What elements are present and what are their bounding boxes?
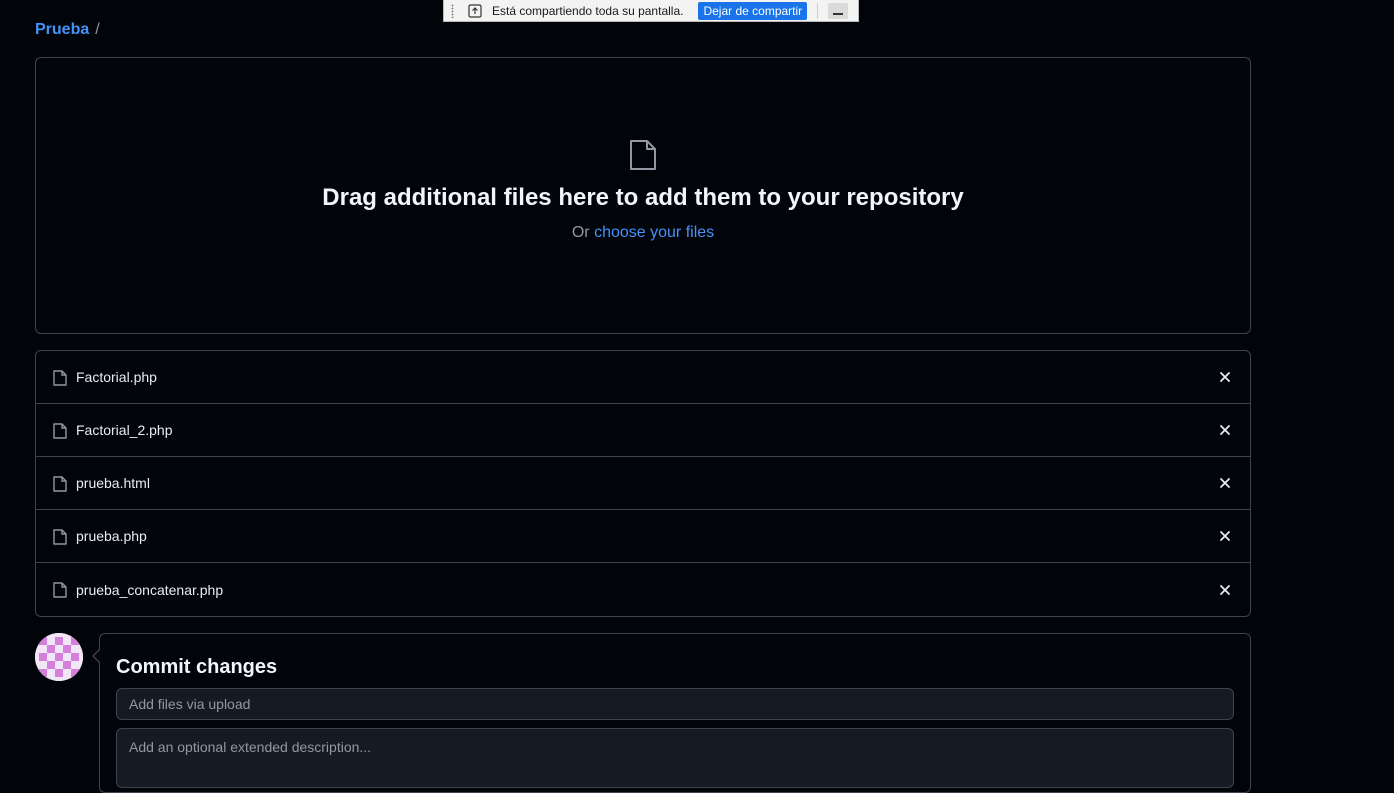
file-icon <box>630 140 656 170</box>
commit-description-input[interactable] <box>116 728 1234 788</box>
avatar[interactable] <box>35 633 83 681</box>
file-icon <box>53 476 67 492</box>
breadcrumb-separator: / <box>95 21 100 38</box>
share-message: Está compartiendo toda su pantalla. <box>492 3 684 18</box>
uploaded-file-list: Factorial.php Factorial_2.php prueba.htm… <box>35 350 1251 617</box>
share-bar-divider <box>817 2 819 19</box>
drop-zone-headline: Drag additional files here to add them t… <box>322 184 964 211</box>
grip-icon[interactable] <box>451 3 454 18</box>
file-row: Factorial_2.php <box>36 404 1250 457</box>
file-icon <box>53 529 67 545</box>
screen-share-bar: Está compartiendo toda su pantalla. Deja… <box>443 0 859 22</box>
breadcrumb-repo-link[interactable]: Prueba <box>35 21 89 38</box>
speech-caret-inner <box>94 649 101 663</box>
remove-file-icon[interactable] <box>1218 476 1232 490</box>
remove-file-icon[interactable] <box>1218 583 1232 597</box>
file-icon <box>53 370 67 386</box>
file-row: prueba.php <box>36 510 1250 563</box>
file-drop-zone[interactable]: Drag additional files here to add them t… <box>35 57 1251 334</box>
file-icon <box>53 423 67 439</box>
file-name: Factorial.php <box>76 369 157 385</box>
commit-changes-panel: Commit changes <box>92 633 1251 793</box>
identicon-icon <box>35 633 83 681</box>
commit-title: Commit changes <box>116 656 278 678</box>
commit-summary-input[interactable] <box>116 688 1234 720</box>
file-name: Factorial_2.php <box>76 422 173 438</box>
minimize-icon[interactable] <box>828 2 849 19</box>
file-name: prueba.html <box>76 475 150 491</box>
file-name: prueba_concatenar.php <box>76 581 224 598</box>
file-row: prueba.html <box>36 457 1250 510</box>
drop-zone-subtext: Or choose your files <box>36 224 1250 242</box>
file-name: prueba.php <box>76 528 147 544</box>
file-icon <box>53 582 67 598</box>
remove-file-icon[interactable] <box>1218 423 1232 437</box>
or-text: Or <box>571 224 590 241</box>
stop-sharing-button[interactable]: Dejar de compartir <box>698 1 808 20</box>
remove-file-icon[interactable] <box>1218 529 1232 543</box>
remove-file-icon[interactable] <box>1218 370 1232 384</box>
file-row: Factorial.php <box>36 351 1250 404</box>
breadcrumb: Prueba / <box>35 21 100 39</box>
choose-files-link[interactable]: choose your files <box>594 224 714 241</box>
share-upload-icon <box>468 3 482 18</box>
file-row: prueba_concatenar.php <box>36 563 1250 616</box>
